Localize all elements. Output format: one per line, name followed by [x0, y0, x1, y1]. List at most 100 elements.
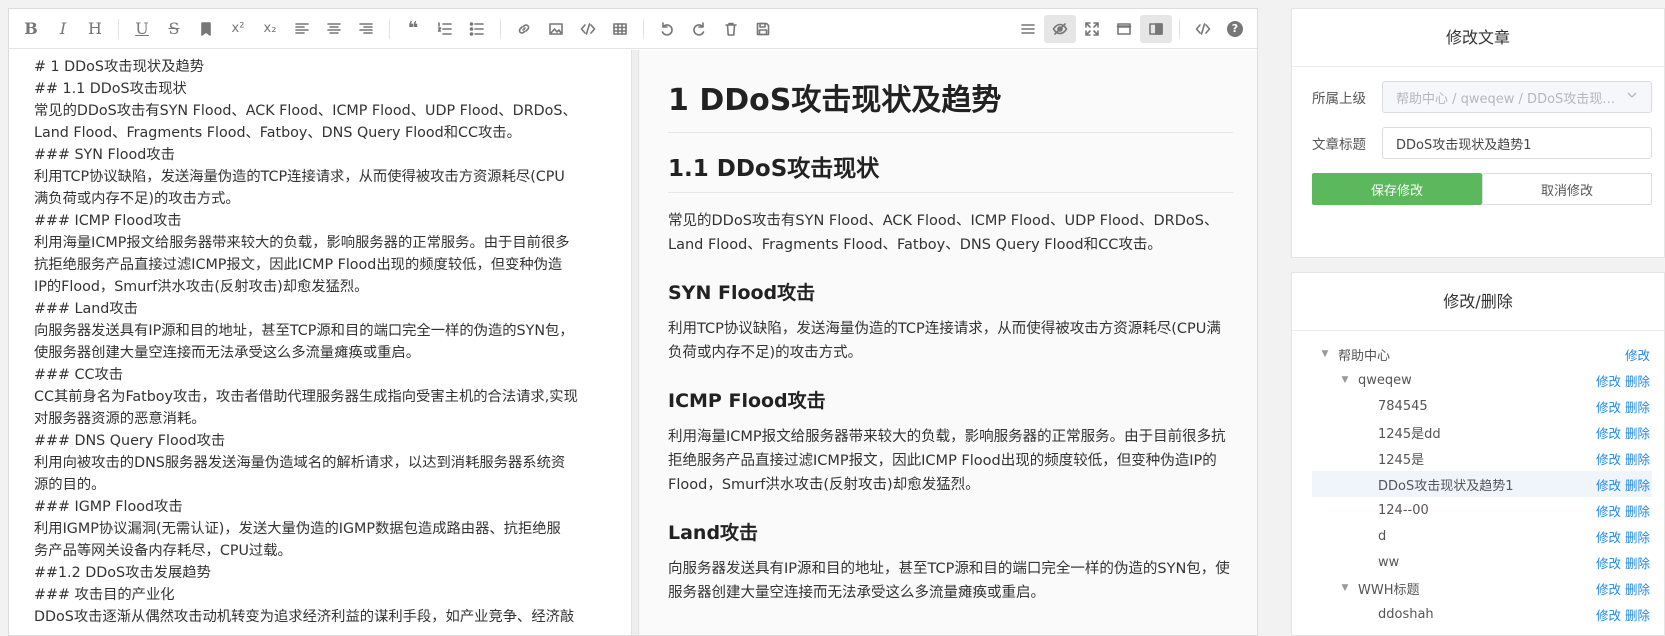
delete-link[interactable]: 删除 [1625, 504, 1650, 519]
tree-node[interactable]: ▼ 帮助中心 修改 [1312, 341, 1652, 367]
cancel-changes-button[interactable]: 取消修改 [1482, 173, 1652, 205]
tree-node-label: ww [1378, 554, 1400, 570]
tree-node[interactable]: d 修改 删除 [1312, 523, 1652, 549]
bookmark-icon[interactable] [190, 15, 222, 43]
link-icon[interactable] [508, 15, 540, 43]
tree-node-actions: 修改 [1621, 345, 1650, 364]
align-right-icon[interactable] [350, 15, 382, 43]
unordered-list-icon[interactable] [461, 15, 493, 43]
source-line: 抗拒绝服务产品直接过滤ICMP报文，因此ICMP Flood出现的频度较低，但变… [34, 257, 563, 273]
tree-node[interactable]: 124--00 修改 删除 [1312, 497, 1652, 523]
tree-panel-title: 修改/删除 [1292, 273, 1664, 331]
tree-node[interactable]: 1245是dd 修改 删除 [1312, 419, 1652, 445]
source-line: 常见的DDoS攻击有SYN Flood、ACK Flood、ICMP Flood… [34, 103, 577, 119]
tree-node-actions: 修改 删除 [1592, 371, 1650, 390]
caret-down-icon[interactable]: ▼ [1338, 375, 1352, 385]
edit-link[interactable]: 修改 [1596, 608, 1621, 623]
delete-link[interactable]: 删除 [1625, 608, 1650, 623]
preview-paragraph: 向服务器发送具有IP源和目的地址，甚至TCP源和目的端口完全一样的伪造的SYN包… [668, 561, 1230, 601]
source-line: 满负荷或内存不足)的攻击方式。 [34, 191, 240, 207]
preview-h3: ICMP Flood攻击 [668, 390, 826, 412]
trash-icon[interactable] [715, 15, 747, 43]
undo-icon[interactable] [651, 15, 683, 43]
tree-node-actions: 修改 删除 [1592, 501, 1650, 520]
fullscreen-icon[interactable] [1076, 15, 1108, 43]
superscript-icon[interactable]: x² [222, 15, 254, 43]
source-line: 对服务器资源的恶意消耗。 [34, 411, 206, 427]
pane-divider[interactable] [631, 50, 639, 635]
toolbar-divider [1179, 18, 1180, 39]
tree-node[interactable]: ▼ WWH标题 修改 删除 [1312, 575, 1652, 601]
source-line: 使服务器创建大量空连接而无法承受这么多流量瘫痪或重启。 [34, 345, 421, 361]
markdown-source-pane[interactable]: # 1 DDoS攻击现状及趋势 ## 1.1 DDoS攻击现状 常见的DDoS攻击有… [9, 50, 631, 635]
table-icon[interactable] [604, 15, 636, 43]
delete-link[interactable]: 删除 [1625, 478, 1650, 493]
redo-icon[interactable] [683, 15, 715, 43]
delete-link[interactable]: 删除 [1625, 426, 1650, 441]
edit-link[interactable]: 修改 [1596, 426, 1621, 441]
align-left-icon[interactable] [286, 15, 318, 43]
edit-link[interactable]: 修改 [1625, 348, 1650, 363]
navigation-icon[interactable] [1012, 15, 1044, 43]
tree-node[interactable]: 784545 修改 删除 [1312, 393, 1652, 419]
strikethrough-icon[interactable]: S [158, 15, 190, 43]
edit-link[interactable]: 修改 [1596, 582, 1621, 597]
editor-toolbar: B I H U S x² x₂ ❝ ? [9, 9, 1257, 49]
source-line: CC其前身名为Fatboy攻击，攻击者借助代理服务器生成指向受害主机的合法请求,… [34, 389, 578, 405]
source-line: 利用TCP协议缺陷，发送海量伪造的TCP连接请求，从而使得被攻击方资源耗尽(CP… [34, 169, 565, 185]
subscript-icon[interactable]: x₂ [254, 15, 286, 43]
tree-node[interactable]: DDoS攻击现状及趋势1 修改 删除 [1312, 471, 1652, 497]
source-line: 利用海量ICMP报文给服务器带来较大的负载，影响服务器的正常服务。由于目前很多 [34, 235, 570, 251]
delete-link[interactable]: 删除 [1625, 400, 1650, 415]
heading-icon[interactable]: H [79, 15, 111, 43]
edit-link[interactable]: 修改 [1596, 478, 1621, 493]
caret-down-icon[interactable]: ▼ [1338, 583, 1352, 593]
split-view-icon[interactable] [1140, 14, 1172, 43]
sup-glyph: x² [231, 21, 245, 36]
delete-link[interactable]: 删除 [1625, 582, 1650, 597]
tree-node[interactable]: ▼ qweqew 修改 删除 [1312, 367, 1652, 393]
save-icon[interactable] [747, 15, 779, 43]
italic-icon[interactable]: I [47, 15, 79, 43]
edit-link[interactable]: 修改 [1596, 530, 1621, 545]
help-icon[interactable]: ? [1219, 15, 1251, 43]
preview-paragraph: 利用TCP协议缺陷，发送海量伪造的TCP连接请求，从而使得被攻击方资源耗尽(CP… [668, 321, 1221, 361]
preview-toggle-icon[interactable] [1044, 14, 1076, 43]
bold-icon[interactable]: B [15, 15, 47, 43]
underline-icon[interactable]: U [126, 15, 158, 43]
tree-node-label: qweqew [1358, 372, 1412, 388]
article-title-input[interactable]: DDoS攻击现状及趋势1 [1382, 127, 1652, 159]
toolbar-divider [643, 18, 644, 39]
source-line: 向服务器发送具有IP源和目的地址，甚至TCP源和目的端口完全一样的伪造的SYN包… [34, 323, 574, 339]
tree-node[interactable]: 1245是 修改 删除 [1312, 445, 1652, 471]
image-icon[interactable] [540, 15, 572, 43]
delete-link[interactable]: 删除 [1625, 530, 1650, 545]
caret-down-icon[interactable]: ▼ [1318, 349, 1332, 359]
quote-icon[interactable]: ❝ [397, 15, 429, 43]
window-icon[interactable] [1108, 15, 1140, 43]
edit-link[interactable]: 修改 [1596, 452, 1621, 467]
edit-link[interactable]: 修改 [1596, 400, 1621, 415]
align-center-icon[interactable] [318, 15, 350, 43]
source-line: ### 攻击目的产业化 [34, 587, 175, 603]
italic-glyph: I [59, 19, 67, 38]
edit-link[interactable]: 修改 [1596, 504, 1621, 519]
delete-link[interactable]: 删除 [1625, 452, 1650, 467]
tree-node[interactable]: ddoshah 修改 删除 [1312, 601, 1652, 627]
parent-select[interactable]: 帮助中心 / qweqew / DDoS攻击现状... [1382, 81, 1652, 113]
source-line: ### ICMP Flood攻击 [34, 213, 182, 229]
tree-panel: 修改/删除 ▼ 帮助中心 修改 ▼ qweqew 修改 删除 784545 修改 删除 1245是d… [1291, 272, 1665, 636]
source-line: Land Flood、Fragments Flood、Fatboy、DNS Qu… [34, 125, 521, 141]
html-code-icon[interactable] [1187, 15, 1219, 43]
ordered-list-icon[interactable] [429, 15, 461, 43]
edit-article-panel: 修改文章 所属上级 帮助中心 / qweqew / DDoS攻击现状... 文章… [1291, 8, 1665, 258]
code-icon[interactable] [572, 15, 604, 43]
edit-link[interactable]: 修改 [1596, 556, 1621, 571]
tree-node[interactable]: ww 修改 删除 [1312, 549, 1652, 575]
delete-link[interactable]: 删除 [1625, 556, 1650, 571]
save-changes-button[interactable]: 保存修改 [1312, 173, 1482, 205]
source-line: ## 1.1 DDoS攻击现状 [34, 81, 187, 97]
source-line: ### CC攻击 [34, 367, 124, 383]
delete-link[interactable]: 删除 [1625, 374, 1650, 389]
edit-link[interactable]: 修改 [1596, 374, 1621, 389]
